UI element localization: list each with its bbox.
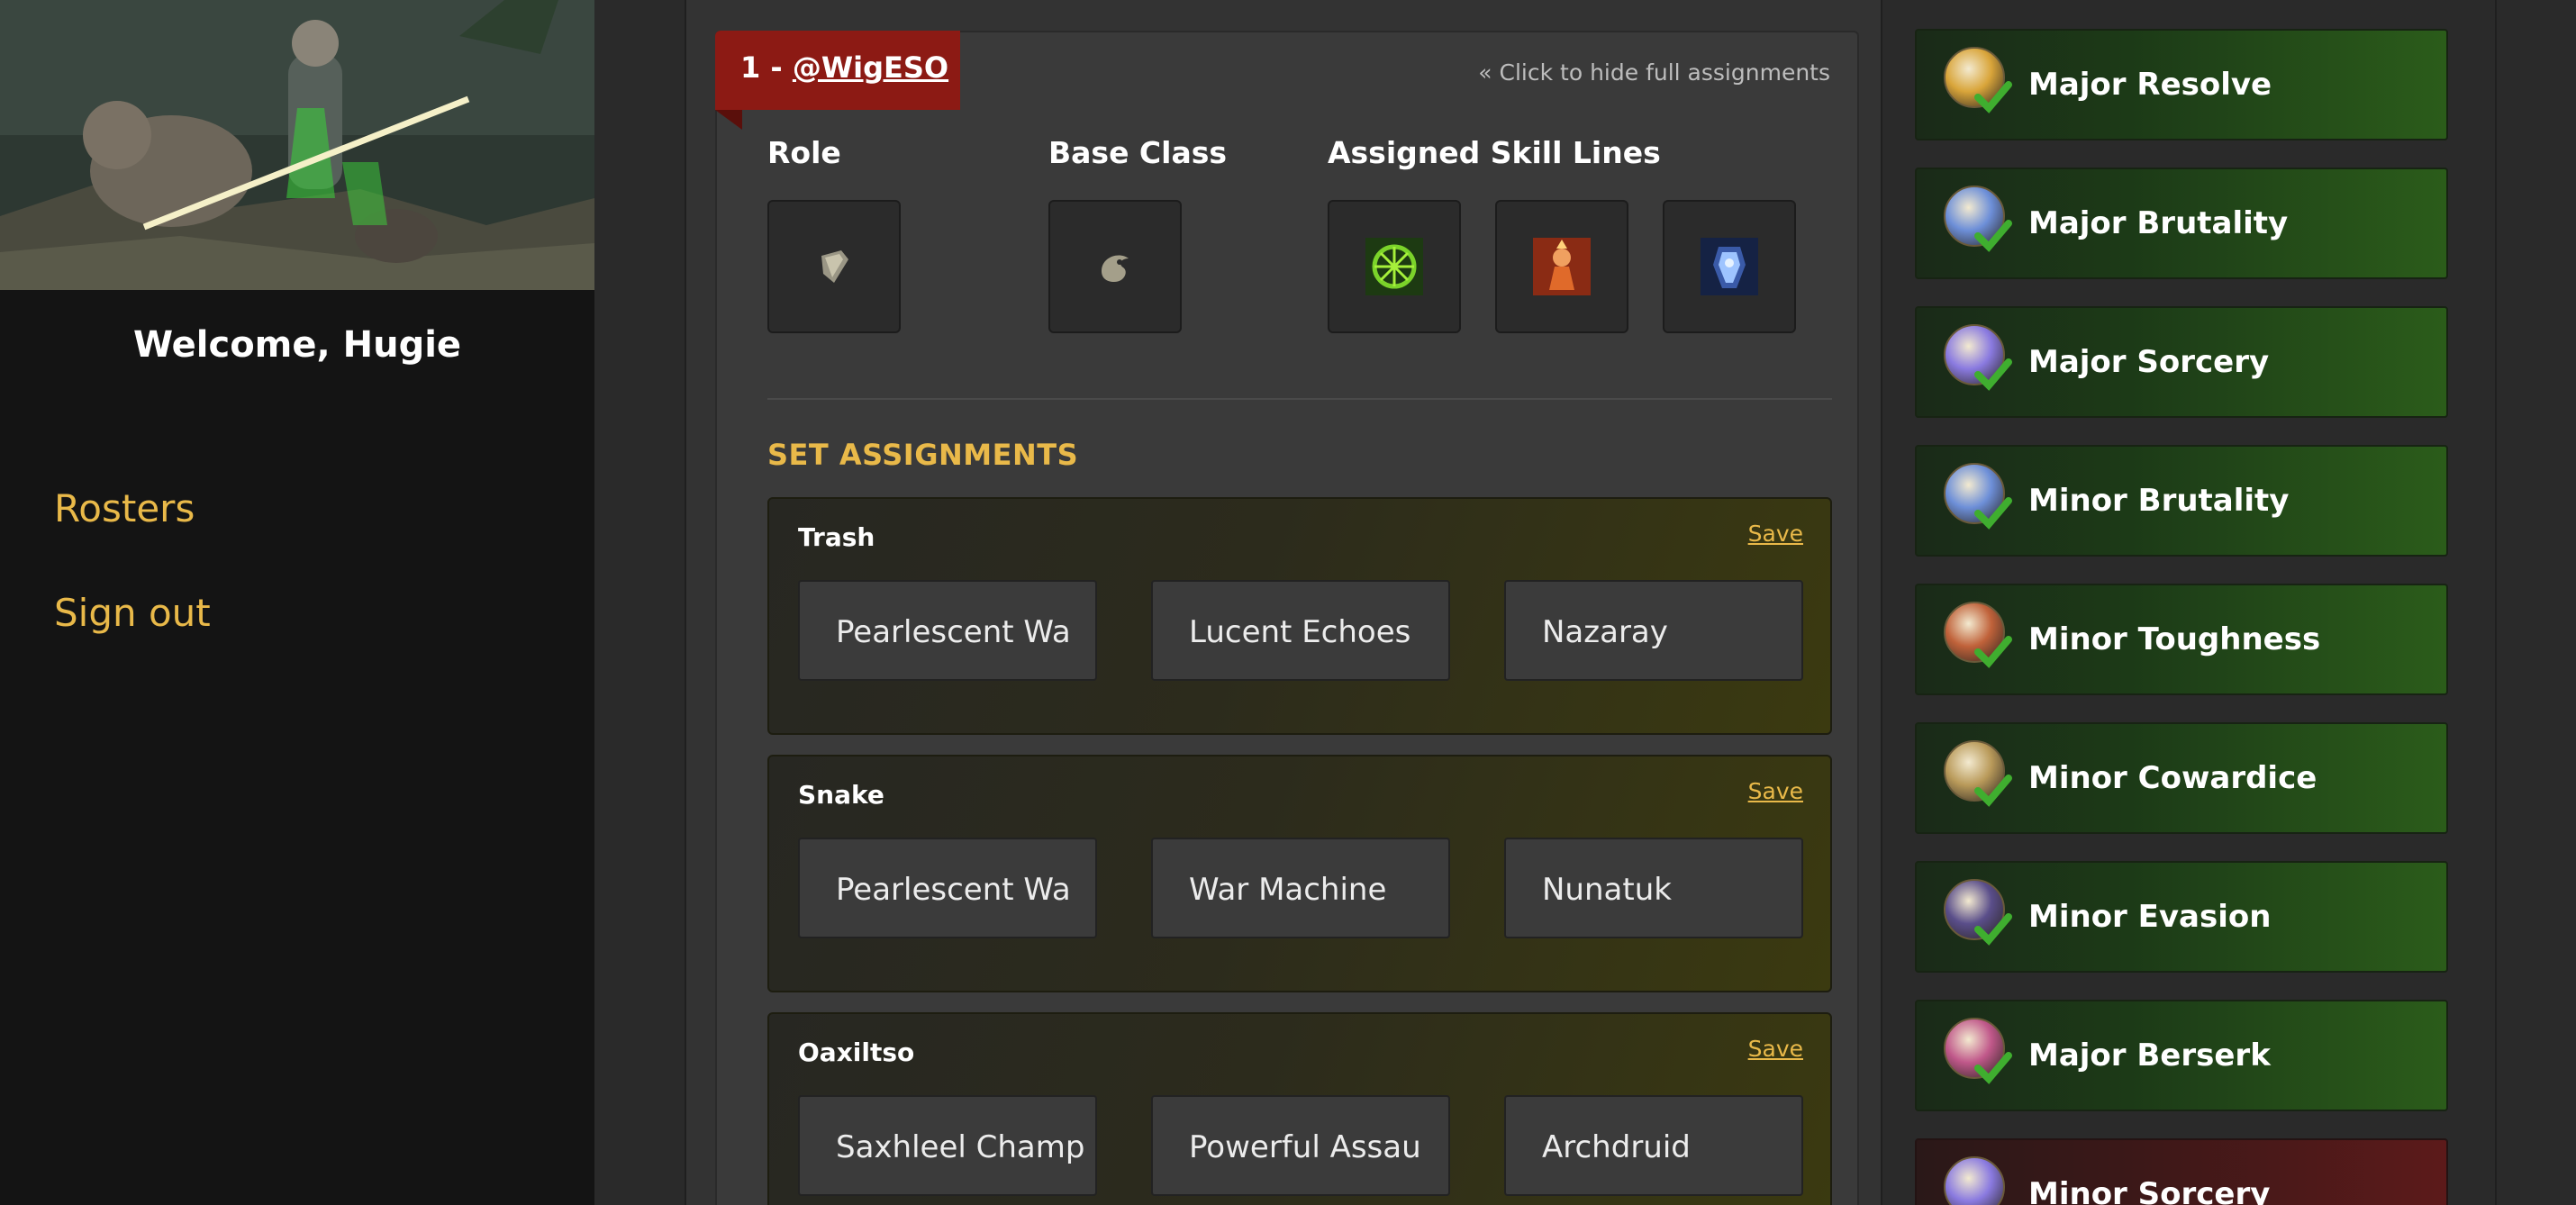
set-input[interactable]: Pearlescent Wa bbox=[798, 838, 1097, 938]
shield-icon bbox=[821, 250, 848, 283]
buff-card[interactable]: Major Resolve bbox=[1915, 29, 2448, 140]
buff-label: Major Brutality bbox=[2028, 205, 2289, 241]
skill-line-slot-3[interactable] bbox=[1663, 200, 1796, 333]
buff-card[interactable]: Minor Toughness bbox=[1915, 584, 2448, 695]
set-input[interactable]: Archdruid bbox=[1504, 1095, 1803, 1196]
checkmark-icon bbox=[1974, 775, 2012, 807]
flag-fold bbox=[715, 110, 742, 130]
toughness-icon bbox=[1944, 602, 2019, 677]
gutter bbox=[594, 0, 685, 1205]
set-input[interactable]: Pearlescent Wa bbox=[798, 580, 1097, 681]
buff-label: Minor Brutality bbox=[2028, 483, 2290, 519]
buff-label: Minor Sorcery bbox=[2028, 1176, 2271, 1205]
save-button[interactable]: Save bbox=[1748, 778, 1803, 804]
section-divider bbox=[767, 398, 1832, 400]
checkmark-icon bbox=[1974, 913, 2012, 946]
hide-assignments-link[interactable]: « Click to hide full assignments bbox=[1478, 59, 1830, 86]
checkmark-icon bbox=[1974, 220, 2012, 252]
cowardice-icon bbox=[1944, 740, 2019, 816]
sorcery-icon bbox=[1944, 324, 2019, 400]
skill-lines-header: Assigned Skill Lines bbox=[1328, 135, 1661, 170]
brutality-icon bbox=[1944, 186, 2019, 261]
buff-label: Minor Evasion bbox=[2028, 899, 2272, 935]
green-rune-icon bbox=[1365, 238, 1423, 295]
set-name: Oaxiltso bbox=[798, 1037, 915, 1067]
set-input[interactable]: War Machine bbox=[1151, 838, 1450, 938]
player-handle-link[interactable]: @WigESO bbox=[793, 50, 948, 85]
set-input[interactable]: Nunatuk bbox=[1504, 838, 1803, 938]
base-class-slot[interactable] bbox=[1048, 200, 1182, 333]
set-input[interactable]: Nazaray bbox=[1504, 580, 1803, 681]
set-input[interactable]: Saxhleel Champ bbox=[798, 1095, 1097, 1196]
set-name: Trash bbox=[798, 522, 875, 552]
save-button[interactable]: Save bbox=[1748, 521, 1803, 547]
dragon-icon bbox=[1102, 255, 1129, 282]
buff-card[interactable]: Major Sorcery bbox=[1915, 306, 2448, 418]
nav-link-rosters[interactable]: Rosters bbox=[54, 486, 195, 530]
checkmark-icon bbox=[1974, 81, 2012, 113]
set-assignments-title: SET ASSIGNMENTS bbox=[767, 438, 1079, 472]
buff-card[interactable]: Major Berserk bbox=[1915, 1000, 2448, 1111]
set-name: Snake bbox=[798, 780, 884, 810]
evasion-icon bbox=[1944, 879, 2019, 955]
buff-card[interactable]: Minor Brutality bbox=[1915, 445, 2448, 557]
checkmark-icon bbox=[1974, 1052, 2012, 1084]
player-index: 1 - bbox=[740, 50, 793, 85]
welcome-message: Welcome, Hugie bbox=[132, 324, 462, 366]
set-input[interactable]: Powerful Assau bbox=[1151, 1095, 1450, 1196]
checkmark-icon bbox=[1974, 358, 2012, 391]
right-gutter bbox=[2495, 0, 2576, 1205]
buff-label: Major Berserk bbox=[2028, 1037, 2271, 1074]
set-input[interactable]: Lucent Echoes bbox=[1151, 580, 1450, 681]
brutality-icon bbox=[1944, 463, 2019, 539]
buff-card[interactable]: Major Brutality bbox=[1915, 168, 2448, 279]
set-block-trash: Trash Save Pearlescent Wa Lucent Echoes … bbox=[767, 497, 1832, 735]
player-name-flag: 1 - @WigESO bbox=[715, 31, 960, 110]
checkmark-icon bbox=[1974, 497, 2012, 530]
base-class-header: Base Class bbox=[1048, 135, 1228, 170]
role-header: Role bbox=[767, 135, 841, 170]
nav-link-sign-out[interactable]: Sign out bbox=[54, 591, 211, 635]
buff-label: Minor Toughness bbox=[2028, 621, 2321, 657]
buff-card[interactable]: Minor Sorcery bbox=[1915, 1138, 2448, 1205]
buff-label: Major Sorcery bbox=[2028, 344, 2270, 380]
set-block-snake: Snake Save Pearlescent Wa War Machine Nu… bbox=[767, 755, 1832, 992]
buff-label: Major Resolve bbox=[2028, 67, 2272, 103]
role-slot[interactable] bbox=[767, 200, 901, 333]
buff-card[interactable]: Minor Evasion bbox=[1915, 861, 2448, 973]
frost-armor-icon bbox=[1701, 238, 1758, 295]
sorcery-icon bbox=[1944, 1156, 2019, 1205]
resolve-icon bbox=[1944, 47, 2019, 122]
set-block-oaxiltso: Oaxiltso Save Saxhleel Champ Powerful As… bbox=[767, 1012, 1832, 1205]
buff-card[interactable]: Minor Cowardice bbox=[1915, 722, 2448, 834]
buff-label: Minor Cowardice bbox=[2028, 760, 2317, 796]
sidebar: Welcome, Hugie Rosters Sign out bbox=[0, 0, 594, 1205]
skill-line-slot-2[interactable] bbox=[1495, 200, 1628, 333]
berserk-icon bbox=[1944, 1018, 2019, 1093]
fire-figure-icon bbox=[1533, 238, 1591, 295]
checkmark-icon bbox=[1974, 636, 2012, 668]
save-button[interactable]: Save bbox=[1748, 1036, 1803, 1062]
hero-banner-image bbox=[0, 0, 594, 290]
skill-line-slot-1[interactable] bbox=[1328, 200, 1461, 333]
